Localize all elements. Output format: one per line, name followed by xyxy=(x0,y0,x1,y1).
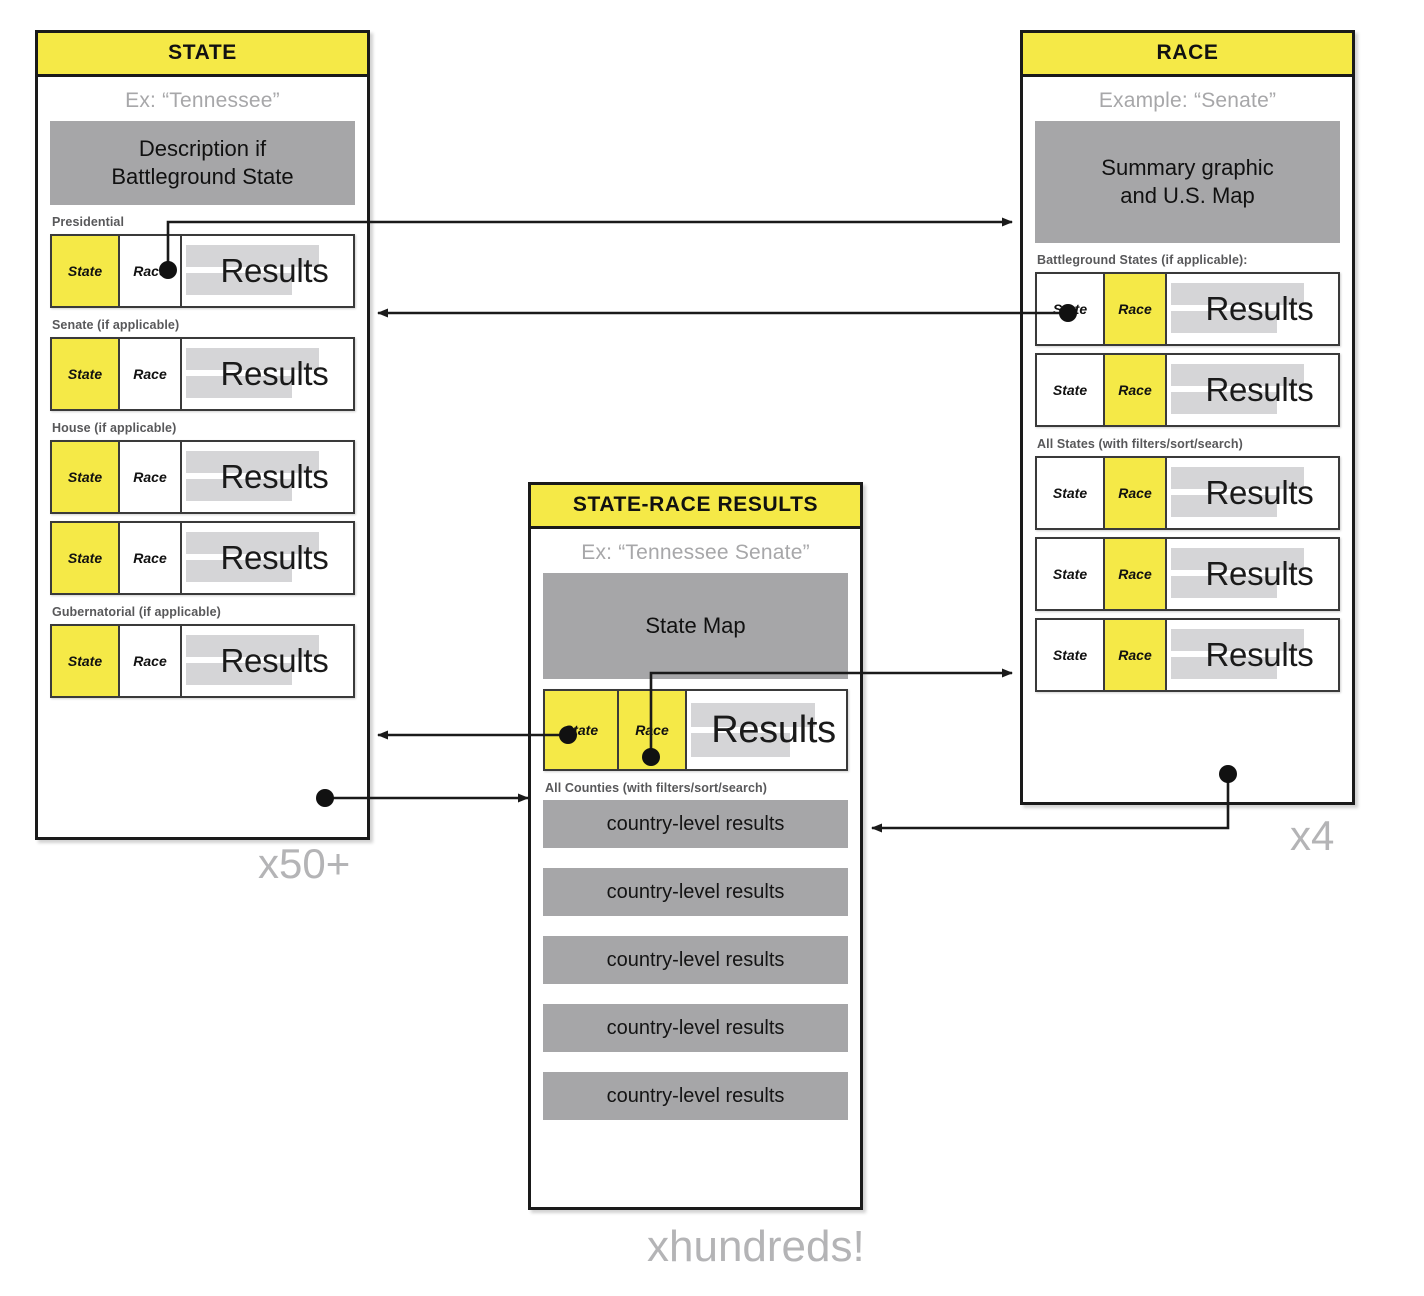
list-item[interactable]: country-level results xyxy=(543,936,848,984)
caption-all-counties: All Counties (with filters/sort/search) xyxy=(545,781,767,795)
cell-state[interactable]: State xyxy=(1037,274,1105,344)
summary-graphic-block: Summary graphic and U.S. Map xyxy=(1035,121,1340,243)
diagram-canvas: STATE Ex: “Tennessee” Description if Bat… xyxy=(0,0,1424,1296)
cell-race[interactable]: Race xyxy=(1105,620,1167,690)
results-label: Results xyxy=(220,355,329,392)
state-race-panel-example: Ex: “Tennessee Senate” xyxy=(581,541,810,564)
list-item[interactable]: country-level results xyxy=(543,1004,848,1052)
table-row[interactable]: State Race Results xyxy=(50,234,355,308)
cell-race[interactable]: Race xyxy=(1105,355,1167,425)
cell-state[interactable]: State xyxy=(1037,355,1105,425)
battleground-description-block: Description if Battleground State xyxy=(50,121,355,205)
results-label: Results xyxy=(711,708,836,751)
cell-state[interactable]: State xyxy=(52,626,120,696)
cell-results[interactable]: Results xyxy=(182,626,353,696)
state-panel-body: Ex: “Tennessee” Description if Battlegro… xyxy=(38,77,367,715)
table-row[interactable]: State Race Results xyxy=(543,689,848,771)
table-row[interactable]: State Race Results xyxy=(50,624,355,698)
results-label: Results xyxy=(1205,290,1314,327)
table-row[interactable]: State Race Results xyxy=(50,521,355,595)
cell-results[interactable]: Results xyxy=(1167,620,1338,690)
results-label: Results xyxy=(220,642,329,679)
cell-race[interactable]: Race xyxy=(1105,274,1167,344)
cell-results[interactable]: Results xyxy=(182,339,353,409)
state-panel[interactable]: STATE Ex: “Tennessee” Description if Bat… xyxy=(35,30,370,840)
results-label: Results xyxy=(220,252,329,289)
cell-race[interactable]: Race xyxy=(120,339,182,409)
list-item[interactable]: country-level results xyxy=(543,800,848,848)
cell-results[interactable]: Results xyxy=(1167,458,1338,528)
description-line-2: Battleground State xyxy=(111,164,294,189)
cell-race[interactable]: Race xyxy=(120,626,182,696)
state-map-label: State Map xyxy=(645,612,746,638)
cell-state[interactable]: State xyxy=(52,523,120,593)
table-row[interactable]: State Race Results xyxy=(50,337,355,411)
results-label: Results xyxy=(220,539,329,576)
state-multiplier-label: x50+ xyxy=(258,840,351,887)
cell-results[interactable]: Results xyxy=(182,523,353,593)
results-label: Results xyxy=(220,458,329,495)
table-row[interactable]: State Race Results xyxy=(1035,456,1340,530)
summary-line-1: Summary graphic xyxy=(1101,154,1274,180)
cell-race[interactable]: Race xyxy=(1105,458,1167,528)
caption-battleground-states: Battleground States (if applicable): xyxy=(1037,253,1248,267)
results-label: Results xyxy=(1205,636,1314,673)
cell-results[interactable]: Results xyxy=(182,442,353,512)
cell-state[interactable]: State xyxy=(52,339,120,409)
cell-race[interactable]: Race xyxy=(619,691,687,769)
race-panel-body: Example: “Senate” Summary graphic and U.… xyxy=(1023,77,1352,709)
cell-results[interactable]: Results xyxy=(687,691,846,769)
results-label: Results xyxy=(1205,555,1314,592)
caption-gubernatorial: Gubernatorial (if applicable) xyxy=(52,605,221,619)
results-label: Results xyxy=(1205,474,1314,511)
race-panel-example: Example: “Senate” xyxy=(1098,89,1277,112)
race-multiplier-label: x4 xyxy=(1290,812,1335,859)
state-race-panel-title: STATE-RACE RESULTS xyxy=(531,485,860,529)
state-race-panel-body: Ex: “Tennessee Senate” State Map State R… xyxy=(531,529,860,1150)
wire-race-to-state xyxy=(377,304,1077,322)
cell-state[interactable]: State xyxy=(1037,458,1105,528)
table-row[interactable]: State Race Results xyxy=(50,440,355,514)
caption-presidential: Presidential xyxy=(52,215,125,229)
table-row[interactable]: State Race Results xyxy=(1035,618,1340,692)
caption-house: House (if applicable) xyxy=(52,421,177,435)
caption-senate: Senate (if applicable) xyxy=(52,318,180,332)
cell-state[interactable]: State xyxy=(52,442,120,512)
cell-race[interactable]: Race xyxy=(120,442,182,512)
state-map-block: State Map xyxy=(543,573,848,679)
summary-line-2: and U.S. Map xyxy=(1120,183,1255,208)
cell-race[interactable]: Race xyxy=(1105,539,1167,609)
caption-all-states: All States (with filters/sort/search) xyxy=(1037,437,1243,451)
cell-state[interactable]: State xyxy=(545,691,619,769)
table-row[interactable]: State Race Results xyxy=(1035,272,1340,346)
race-panel[interactable]: RACE Example: “Senate” Summary graphic a… xyxy=(1020,30,1355,805)
list-item[interactable]: country-level results xyxy=(543,868,848,916)
cell-state[interactable]: State xyxy=(1037,620,1105,690)
race-panel-title: RACE xyxy=(1023,33,1352,77)
state-race-multiplier-label: xhundreds! xyxy=(647,1222,865,1271)
cell-results[interactable]: Results xyxy=(1167,355,1338,425)
state-panel-example: Ex: “Tennessee” xyxy=(125,89,280,112)
cell-race[interactable]: Race xyxy=(120,236,182,306)
cell-state[interactable]: State xyxy=(1037,539,1105,609)
table-row[interactable]: State Race Results xyxy=(1035,537,1340,611)
state-panel-title: STATE xyxy=(38,33,367,77)
list-item[interactable]: country-level results xyxy=(543,1072,848,1120)
cell-state[interactable]: State xyxy=(52,236,120,306)
cell-results[interactable]: Results xyxy=(182,236,353,306)
cell-results[interactable]: Results xyxy=(1167,539,1338,609)
description-line-1: Description if xyxy=(138,135,267,161)
cell-results[interactable]: Results xyxy=(1167,274,1338,344)
results-label: Results xyxy=(1205,371,1314,408)
table-row[interactable]: State Race Results xyxy=(1035,353,1340,427)
state-race-results-panel[interactable]: STATE-RACE RESULTS Ex: “Tennessee Senate… xyxy=(528,482,863,1210)
cell-race[interactable]: Race xyxy=(120,523,182,593)
